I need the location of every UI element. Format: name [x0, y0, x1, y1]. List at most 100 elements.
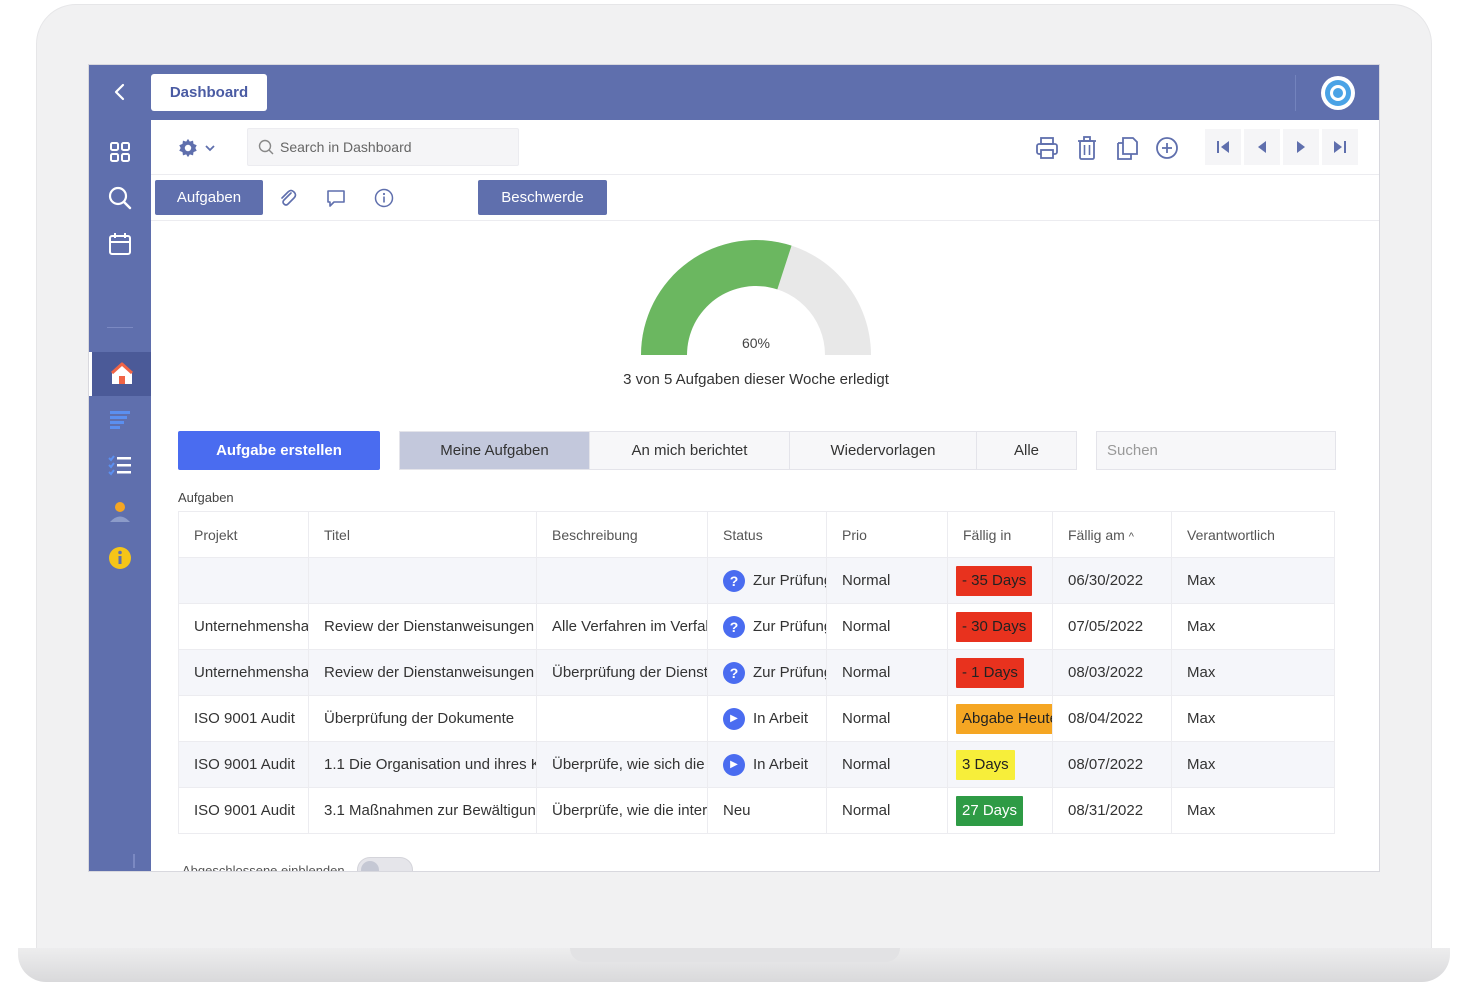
sort-ascending-icon: ^: [1128, 530, 1134, 543]
task-search[interactable]: [1096, 431, 1336, 470]
next-icon: [1297, 141, 1305, 153]
paperclip-icon: [281, 189, 297, 206]
attachments-tab[interactable]: [277, 187, 299, 209]
cell-faellig-in: 3 Days: [947, 741, 1053, 788]
laptop-notch: [570, 948, 900, 962]
cell-beschreibung: Überprüfe, wie sich die Organisation: [536, 741, 708, 788]
cell-faellig-in: - 35 Days: [947, 557, 1053, 604]
last-page-button[interactable]: [1322, 129, 1358, 165]
table-row[interactable]: UnternehmenshandbuchReview der Dienstanw…: [178, 649, 1335, 696]
sidebar-item-apps[interactable]: [89, 130, 151, 174]
back-button[interactable]: [107, 79, 133, 105]
cell-verantwortlich: Max: [1171, 557, 1335, 604]
cell-beschreibung: [536, 695, 708, 742]
tab-aufgaben[interactable]: Aufgaben: [155, 180, 263, 215]
cell-prio: Normal: [826, 695, 948, 742]
due-badge: - 1 Days: [956, 657, 1024, 688]
cell-beschreibung: Überprüfung der Dienstanweisungen: [536, 649, 708, 696]
top-divider: [1295, 75, 1296, 111]
sidebar-item-checklist[interactable]: [89, 444, 151, 488]
status-text: In Arbeit: [753, 710, 809, 727]
beschwerde-button[interactable]: Beschwerde: [478, 180, 607, 215]
action-icons: [1033, 134, 1181, 162]
copy-button[interactable]: [1113, 134, 1141, 162]
segment-an-mich-berichtet[interactable]: An mich berichtet: [590, 432, 790, 469]
cell-projekt: Unternehmenshandbuch: [178, 603, 309, 650]
show-completed-toggle[interactable]: [357, 857, 413, 871]
column-header[interactable]: Verantwortlich: [1171, 511, 1335, 558]
settings-dropdown[interactable]: [177, 136, 221, 160]
segment-meine-aufgaben[interactable]: Meine Aufgaben: [400, 432, 590, 469]
sidebar-item-user[interactable]: [89, 490, 151, 534]
top-bar: Dashboard: [89, 65, 1379, 120]
cell-verantwortlich: Max: [1171, 787, 1335, 834]
table-row[interactable]: ISO 9001 Audit 1.1 Die Organisation und i…: [178, 741, 1335, 788]
print-button[interactable]: [1033, 134, 1061, 162]
column-header[interactable]: Fällig in: [947, 511, 1053, 558]
comments-tab[interactable]: [325, 187, 347, 209]
sidebar-item-search[interactable]: [89, 176, 151, 220]
due-badge: - 30 Days: [956, 611, 1033, 642]
create-task-button[interactable]: Aufgabe erstellen: [178, 431, 380, 470]
next-button[interactable]: [1283, 129, 1319, 165]
question-circle-icon: ?: [723, 615, 745, 638]
sidebar-item-home[interactable]: [89, 352, 151, 396]
first-page-button[interactable]: [1205, 129, 1241, 165]
cell-status: ▶ In Arbeit: [707, 695, 827, 742]
cell-faellig-am: 06/30/2022: [1052, 557, 1172, 604]
info-tab[interactable]: [373, 187, 395, 209]
tab-row: Aufgaben Beschwerde: [151, 175, 1379, 221]
column-header[interactable]: Prio: [826, 511, 948, 558]
info-circle-icon: [109, 547, 131, 569]
cell-verantwortlich: Max: [1171, 741, 1335, 788]
status-text: Zur Prüfung: [753, 572, 827, 589]
cell-titel: 3.1 Maßnahmen zur Bewältigung: [308, 787, 537, 834]
table-row[interactable]: ISO 9001 Audit 3.1 Maßnahmen zur Bewältig…: [178, 787, 1335, 834]
column-header[interactable]: Projekt: [178, 511, 309, 558]
delete-button[interactable]: [1073, 134, 1101, 162]
cell-prio: Normal: [826, 649, 948, 696]
cell-projekt: ISO 9001 Audit: [178, 787, 309, 834]
table-row[interactable]: ? Zur Prüfung Normal - 35 Days 06/30/2022 Max: [178, 557, 1335, 604]
cell-titel: 1.1 Die Organisation und ihres Kontextes: [308, 741, 537, 788]
target-logo-icon[interactable]: [1321, 76, 1355, 110]
dashboard-search-input[interactable]: [280, 139, 500, 155]
dashboard-search[interactable]: [247, 128, 519, 166]
chevron-left-icon: [114, 83, 125, 101]
cell-faellig-am: 08/07/2022: [1052, 741, 1172, 788]
gear-icon: [179, 138, 197, 158]
column-header[interactable]: Beschreibung: [536, 511, 708, 558]
app-screen: Dashboard Search in Dashboard Aufgaben B…: [88, 64, 1380, 872]
column-header-sorted[interactable]: Fällig am ^: [1052, 511, 1172, 558]
gauge-percent-label: 60%: [741, 335, 771, 351]
play-circle-icon: ▶: [723, 707, 745, 730]
previous-button[interactable]: [1244, 129, 1280, 165]
cell-projekt: Unternehmenshandbuch: [178, 649, 309, 696]
cell-status: Neu: [707, 787, 827, 834]
column-header[interactable]: Titel: [308, 511, 537, 558]
task-search-input[interactable]: [1107, 442, 1327, 459]
table-row[interactable]: UnternehmenshandbuchReview der Dienstanw…: [178, 603, 1335, 650]
column-header[interactable]: Status: [707, 511, 827, 558]
cell-faellig-am: 08/04/2022: [1052, 695, 1172, 742]
cell-prio: Normal: [826, 741, 948, 788]
sidebar-resize-handle[interactable]: [133, 854, 135, 868]
cell-faellig-in: - 30 Days: [947, 603, 1053, 650]
sidebar-item-calendar[interactable]: [89, 222, 151, 266]
sidebar-item-info[interactable]: [89, 536, 151, 580]
info-icon: [374, 188, 394, 208]
table-row[interactable]: ISO 9001 Audit Überprüfung der Dokumente ▶…: [178, 695, 1335, 742]
tab-dashboard[interactable]: Dashboard: [151, 74, 267, 111]
user-icon: [110, 502, 130, 522]
segment-alle[interactable]: Alle: [977, 432, 1076, 469]
sidebar-item-filter[interactable]: [89, 398, 151, 442]
cell-projekt: [178, 557, 309, 604]
home-icon: [110, 362, 133, 384]
add-button[interactable]: [1153, 134, 1181, 162]
cell-titel: Überprüfung der Dokumente: [308, 695, 537, 742]
table-header-row: Projekt Titel Beschreibung Status Prio F…: [178, 511, 1335, 558]
grid-icon: [110, 142, 130, 162]
sidebar: [89, 120, 151, 871]
segment-wiedervorlagen[interactable]: Wiedervorlagen: [790, 432, 977, 469]
toolbar: [151, 120, 1379, 175]
